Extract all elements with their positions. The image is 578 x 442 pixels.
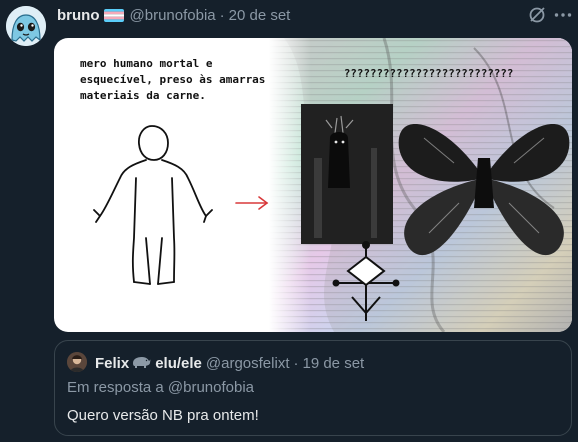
quoted-author-pronouns: elu/ele (155, 354, 202, 372)
blue-blob-avatar-icon (6, 6, 46, 46)
media-question-marks: ?????????????????????????? (344, 68, 514, 80)
author-handle[interactable]: @brunofobia (130, 7, 216, 24)
quoted-header-separator: · (293, 354, 299, 372)
reply-to-line[interactable]: Em resposta a @brunofobia (67, 379, 254, 396)
red-arrow-icon (235, 196, 269, 210)
tweet-media-image[interactable]: mero humano mortal e esquecível, preso à… (54, 38, 572, 332)
author-avatar[interactable] (6, 6, 46, 46)
quoted-tweet-header: Felix elu/ele @argosfelixt · 19 de set (95, 353, 364, 373)
tweet[interactable]: bruno @brunofobia · 20 de set mero human… (0, 0, 578, 442)
quoted-tweet-date[interactable]: 19 de set (302, 355, 364, 372)
trans-flag-icon (103, 8, 124, 22)
tweet-date[interactable]: 20 de set (229, 7, 291, 24)
rhino-icon (131, 354, 151, 372)
grok-icon[interactable] (527, 5, 547, 25)
quoted-author-avatar[interactable] (67, 352, 87, 372)
author-name[interactable]: bruno (57, 7, 100, 24)
media-caption: mero humano mortal e esquecível, preso à… (80, 57, 266, 102)
tweet-header: bruno @brunofobia · 20 de set (57, 5, 290, 25)
header-separator: · (219, 6, 225, 24)
more-horizontal-icon[interactable] (553, 5, 573, 25)
quoted-tweet-text: Quero versão NB pra ontem! (67, 407, 259, 424)
quoted-tweet[interactable]: Felix elu/ele @argosfelixt · 19 de set E… (54, 340, 572, 436)
quoted-author-name[interactable]: Felix (95, 355, 129, 372)
quoted-author-handle[interactable]: @argosfelixt (206, 355, 290, 372)
